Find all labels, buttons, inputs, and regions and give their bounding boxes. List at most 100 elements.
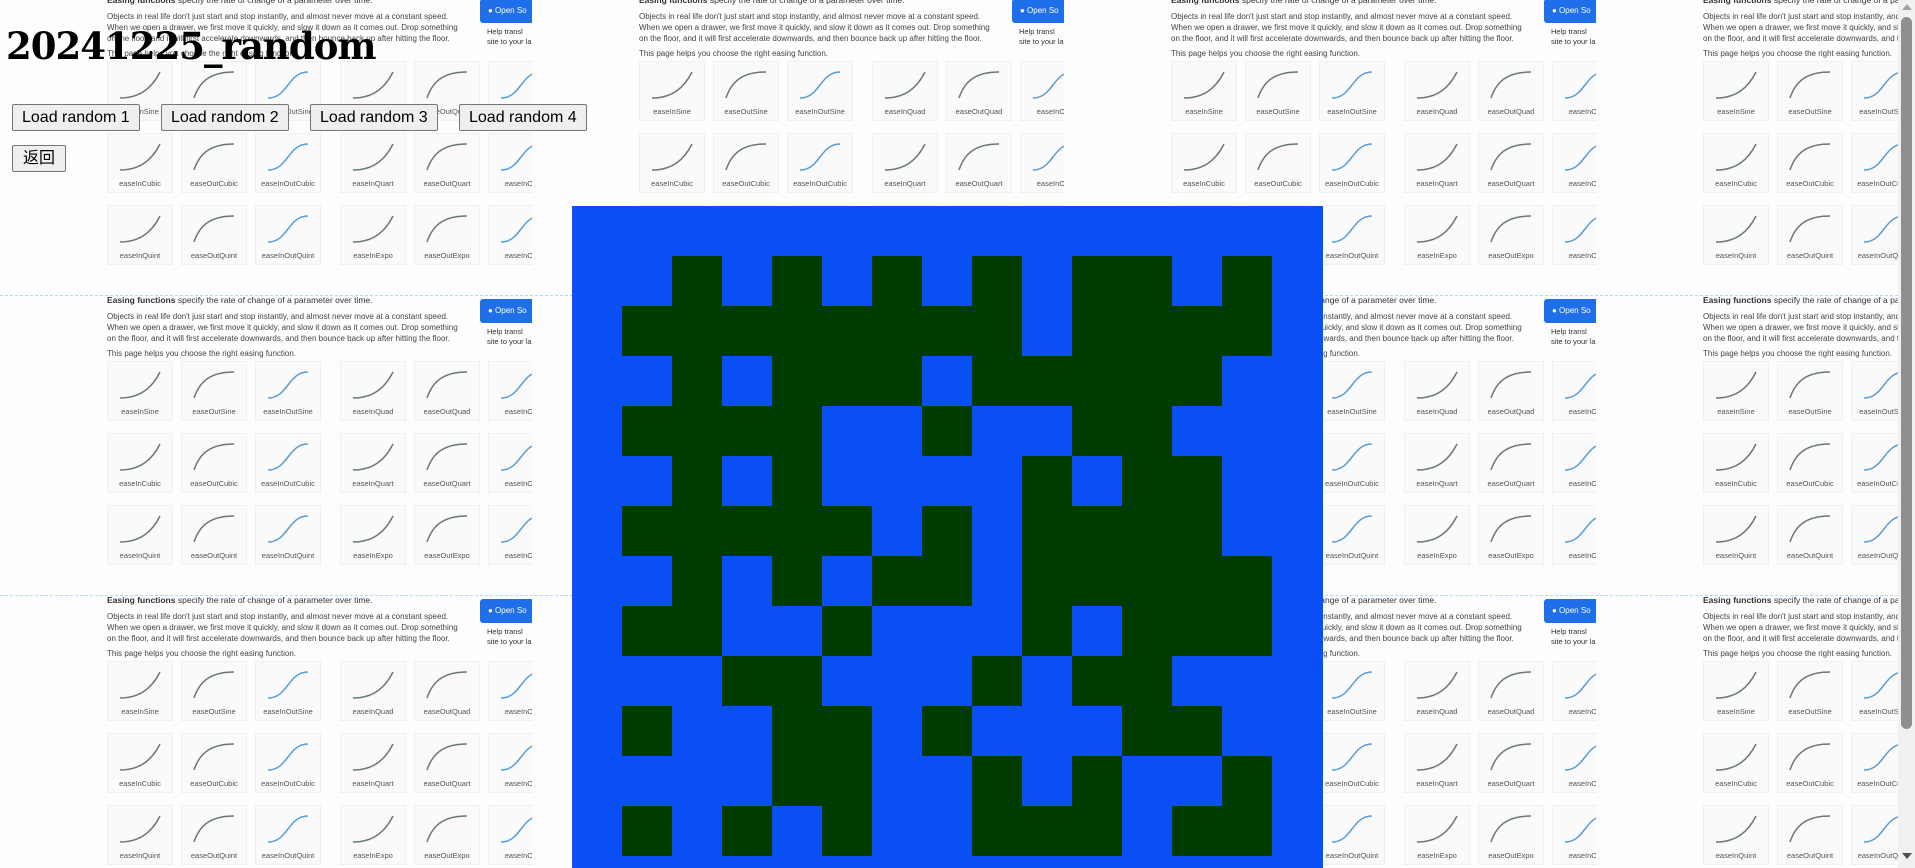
easing-label: easeOutQuad	[1487, 707, 1535, 716]
easing-preview-card: easeOutExpo	[414, 505, 480, 565]
grid-cell	[1122, 406, 1172, 456]
easing-curve-icon	[651, 143, 693, 171]
tile-help-text: Help transl site to your lan	[487, 327, 532, 346]
easing-label: easeInOutCubic	[261, 779, 315, 788]
grid-cell	[972, 306, 1022, 356]
grid-cell	[872, 656, 922, 706]
easing-curve-icon	[958, 71, 1000, 99]
grid-cell	[1172, 456, 1222, 506]
easing-label: easeInOu	[1568, 779, 1596, 788]
easing-label: easeOutExpo	[1488, 551, 1534, 560]
grid-cell	[872, 456, 922, 506]
tile-github-button: ● Open So	[1012, 0, 1064, 23]
grid-cell	[822, 456, 872, 506]
easing-preview-card: easeInOu	[1552, 133, 1596, 193]
easing-label: easeOutQuart	[423, 479, 471, 488]
easing-preview-card: easeInCubic	[107, 433, 173, 493]
tile-help-text: Help transl site to your lan	[487, 27, 532, 46]
easing-label: easeInOutSine	[263, 707, 313, 716]
easing-curve-icon	[119, 443, 161, 471]
grid-cell	[972, 506, 1022, 556]
grid-cell	[822, 606, 872, 656]
easing-curve-icon	[426, 215, 468, 243]
grid-cell	[1172, 256, 1222, 306]
tile-heading-bold: Easing functions	[639, 0, 708, 5]
grid-cell	[872, 806, 922, 856]
easing-label: easeOutExpo	[1488, 251, 1534, 260]
easing-preview-card: easeOutCubic	[1777, 133, 1843, 193]
easing-curve-icon	[119, 815, 161, 843]
easing-curve-icon	[193, 743, 235, 771]
easing-label: easeOutQuart	[1487, 779, 1535, 788]
grid-cell	[1172, 556, 1222, 606]
easing-label: easeInOu	[1568, 707, 1596, 716]
grid-cell	[1172, 806, 1222, 856]
load-random-1-button[interactable]: Load random 1	[12, 104, 140, 131]
easing-curve-icon	[1257, 71, 1299, 99]
easing-curve-icon	[1257, 143, 1299, 171]
grid-cell	[1122, 456, 1172, 506]
easing-label: easeInOutQuint	[1857, 551, 1898, 560]
grid-cell	[722, 506, 772, 556]
grid-cell	[1122, 506, 1172, 556]
easing-label: easeOutExpo	[424, 851, 470, 860]
grid-cell	[822, 306, 872, 356]
grid-cell	[722, 356, 772, 406]
easing-preview-card: easeOutExpo	[414, 805, 480, 865]
back-button[interactable]: 返回	[12, 145, 67, 172]
easing-preview-card: easeInOutSine	[1851, 361, 1898, 421]
load-random-3-button[interactable]: Load random 3	[310, 104, 438, 131]
easing-label: easeInQuad	[1416, 107, 1458, 116]
easing-label: easeInCubic	[1715, 479, 1757, 488]
easing-label: easeOutSine	[1256, 107, 1300, 116]
easing-label: easeInCubic	[119, 479, 161, 488]
grid-cell	[1072, 356, 1122, 406]
easing-label: easeOutQuint	[190, 251, 238, 260]
easing-curve-icon	[352, 215, 394, 243]
grid-cell	[622, 506, 672, 556]
scroll-up-arrow-icon[interactable]	[1902, 4, 1912, 10]
grid-cell	[672, 556, 722, 606]
easing-label: easeInOutQuint	[261, 251, 315, 260]
easing-preview-card: easeInOu	[1020, 61, 1064, 121]
easing-preview-card: easeInExpo	[340, 805, 406, 865]
easing-preview-card: easeInOutQuint	[1851, 805, 1898, 865]
grid-cell	[772, 256, 822, 306]
easing-curve-icon	[352, 143, 394, 171]
scroll-down-arrow-icon[interactable]	[1902, 853, 1912, 859]
easing-preview-card: easeOutExpo	[1478, 505, 1544, 565]
grid-cell	[872, 506, 922, 556]
easing-preview-card: easeInOutQuint	[1851, 205, 1898, 265]
grid-cell	[1072, 306, 1122, 356]
easing-curve-icon	[500, 445, 532, 471]
easing-preview-card: easeInQuad	[872, 61, 938, 121]
easing-preview-card: easeInOutCubic	[787, 133, 853, 193]
easing-preview-card: easeInOutCubic	[1851, 433, 1898, 493]
tile-paragraph-line: This page helps you choose the right eas…	[107, 649, 297, 658]
easing-label: easeInSine	[1717, 707, 1755, 716]
vertical-scrollbar[interactable]	[1898, 0, 1915, 868]
easing-curve-icon	[1789, 143, 1831, 171]
grid-cell	[772, 406, 822, 456]
easing-curve-icon	[1490, 743, 1532, 771]
load-random-4-button[interactable]: Load random 4	[459, 104, 587, 131]
tile-heading-rest: specify the rate of change of a paramete…	[1239, 0, 1437, 5]
easing-preview-card: easeInQuart	[340, 733, 406, 793]
easing-curve-icon	[1715, 71, 1757, 99]
easing-curve-icon	[1863, 672, 1898, 699]
easing-curve-icon	[799, 71, 841, 99]
scrollbar-thumb[interactable]	[1901, 17, 1912, 729]
tile-paragraph-line: on the floor, and it will first accelera…	[1703, 34, 1898, 43]
easing-curve-icon	[1564, 445, 1596, 471]
easing-preview-card: easeInOutSine	[1319, 661, 1385, 721]
grid-cell	[872, 756, 922, 806]
tile-github-button: ● Open So	[480, 299, 532, 323]
load-random-2-button[interactable]: Load random 2	[161, 104, 289, 131]
easing-preview-card: easeInQuart	[872, 133, 938, 193]
grid-cell	[1222, 606, 1272, 656]
easing-label: easeOutCubic	[1786, 179, 1834, 188]
easing-label: easeOutQuad	[955, 107, 1003, 116]
easing-preview-card: easeOutExpo	[1478, 805, 1544, 865]
easing-label: easeInOutSine	[1327, 707, 1377, 716]
easing-preview-card: easeInOutCubic	[255, 133, 321, 193]
